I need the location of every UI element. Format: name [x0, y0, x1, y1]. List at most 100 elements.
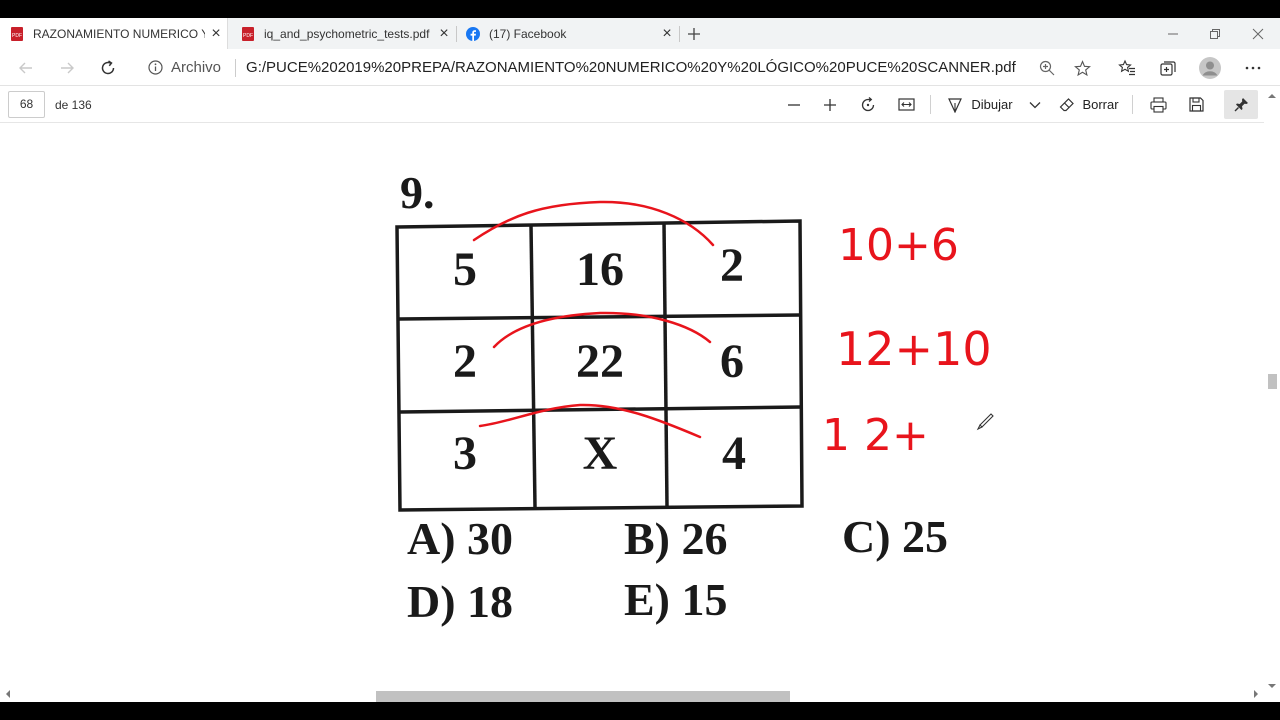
favorite-button[interactable] [1066, 53, 1098, 83]
problem-number: 9. [400, 167, 435, 218]
save-button[interactable] [1181, 90, 1211, 119]
more-icon [1245, 66, 1261, 70]
scroll-right-icon[interactable] [1250, 686, 1262, 702]
zoom-out-button[interactable] [779, 90, 809, 119]
grid-cell: 3 [453, 427, 477, 480]
star-icon [1073, 59, 1091, 76]
zoom-in-icon [1039, 60, 1055, 76]
ink-note-row2: 12+10 [836, 322, 992, 376]
page-number-input[interactable]: 68 [8, 91, 45, 118]
rotate-button[interactable] [853, 90, 883, 119]
chevron-down-icon[interactable] [1029, 101, 1041, 109]
print-button[interactable] [1143, 90, 1173, 119]
tab-strip: PDF RAZONAMIENTO NUMERICO Y L × PDF iq_a… [0, 18, 1280, 49]
close-window-button[interactable] [1237, 18, 1279, 49]
pdf-page: 9. 5 16 2 2 22 6 3 X 4 A) 30 B) 26 C) 25… [0, 124, 1264, 686]
plus-icon [688, 27, 700, 40]
zoom-in-button[interactable] [815, 90, 845, 119]
pin-toolbar-button[interactable] [1224, 90, 1258, 119]
plus-icon [824, 98, 836, 111]
pdf-icon: PDF [242, 26, 254, 41]
printer-icon [1149, 96, 1167, 113]
browser-window: PDF RAZONAMIENTO NUMERICO Y L × PDF iq_a… [0, 18, 1280, 702]
toolbar-divider [930, 95, 931, 114]
rotate-icon [861, 96, 875, 111]
info-icon[interactable] [148, 60, 163, 75]
tab-iq-tests[interactable]: PDF iq_and_psychometric_tests.pdf × [231, 18, 455, 49]
scroll-down-icon[interactable] [1264, 680, 1280, 692]
collections-icon [1160, 61, 1176, 76]
eraser-icon [1060, 98, 1075, 112]
restore-button[interactable] [1194, 18, 1236, 49]
grid-cell: 4 [722, 427, 746, 480]
answer-option-a: A) 30 [407, 513, 514, 564]
fit-page-button[interactable] [891, 90, 921, 119]
scroll-left-icon[interactable] [2, 686, 14, 702]
address-bar-row: Archivo G:/PUCE%202019%20PREPA/RAZONAMIE… [0, 49, 1280, 86]
tab-label: RAZONAMIENTO NUMERICO Y L [33, 26, 205, 41]
minimize-icon [1168, 33, 1178, 34]
answer-option-b: B) 26 [624, 513, 728, 564]
tab-label: iq_and_psychometric_tests.pdf [264, 26, 430, 41]
site-info-label: Archivo [171, 59, 222, 76]
avatar-icon [1199, 57, 1221, 79]
forward-button[interactable] [52, 53, 82, 83]
zoom-button[interactable] [1031, 53, 1063, 83]
horizontal-scrollbar[interactable] [0, 686, 1264, 702]
address-field[interactable]: Archivo G:/PUCE%202019%20PREPA/RAZONAMIE… [138, 52, 1028, 83]
save-icon [1188, 97, 1204, 112]
more-options-button[interactable] [1237, 53, 1269, 83]
erase-label: Borrar [1082, 97, 1119, 112]
close-tab-icon[interactable]: × [433, 25, 455, 43]
fit-width-icon [897, 98, 915, 111]
profile-button[interactable] [1194, 53, 1226, 83]
favorites-list-icon [1118, 59, 1135, 76]
back-button[interactable] [11, 53, 41, 83]
pencil-cursor-icon [976, 413, 994, 431]
page-total-label: de 136 [55, 98, 92, 112]
new-tab-button[interactable] [673, 18, 715, 49]
close-tab-icon[interactable]: × [205, 25, 227, 43]
answer-option-d: D) 18 [407, 576, 514, 627]
tab-razonamiento[interactable]: PDF RAZONAMIENTO NUMERICO Y L × [0, 18, 228, 49]
horizontal-scroll-thumb[interactable] [376, 691, 790, 702]
svg-text:PDF: PDF [12, 33, 22, 39]
close-icon [1252, 28, 1264, 39]
vertical-scrollbar[interactable] [1264, 86, 1280, 702]
grid-cell: 2 [720, 239, 744, 292]
arrow-left-icon [19, 62, 32, 74]
toolbar-divider [1132, 95, 1133, 114]
pen-icon [948, 97, 963, 113]
scroll-up-icon[interactable] [1264, 90, 1280, 102]
arrow-right-icon [61, 62, 74, 74]
vertical-scroll-thumb[interactable] [1268, 374, 1277, 389]
answer-option-e: E) 15 [624, 574, 728, 625]
ink-note-row3: 1 2+ [822, 410, 929, 461]
minus-icon [788, 103, 800, 106]
grid-cell: 2 [453, 335, 477, 388]
refresh-icon [101, 60, 115, 75]
draw-button[interactable]: Dibujar [942, 90, 1046, 119]
grid-cell: 22 [576, 335, 624, 388]
restore-icon [1210, 28, 1220, 39]
tab-label: (17) Facebook [489, 26, 567, 41]
erase-button[interactable]: Borrar [1054, 90, 1124, 119]
address-divider [235, 58, 237, 77]
grid-cell: 5 [453, 243, 477, 296]
grid-cell: 16 [576, 243, 624, 296]
minimize-button[interactable] [1152, 18, 1194, 49]
favorites-button[interactable] [1111, 53, 1143, 83]
url-text[interactable]: G:/PUCE%202019%20PREPA/RAZONAMIENTO%20NU… [246, 59, 1016, 76]
pdf-toolbar: 68 de 136 Dibujar Borrar [0, 86, 1280, 123]
refresh-button[interactable] [93, 53, 123, 83]
svg-text:PDF: PDF [243, 33, 253, 39]
answer-option-c: C) 25 [842, 511, 949, 562]
collections-button[interactable] [1152, 53, 1184, 83]
grid-cell: X [582, 427, 618, 480]
pin-icon [1234, 98, 1248, 112]
ink-note-row1: 10+6 [838, 220, 959, 271]
facebook-icon [466, 26, 480, 41]
tab-facebook[interactable]: (17) Facebook × [456, 18, 678, 49]
pdf-icon: PDF [11, 26, 23, 41]
draw-label: Dibujar [971, 97, 1013, 112]
